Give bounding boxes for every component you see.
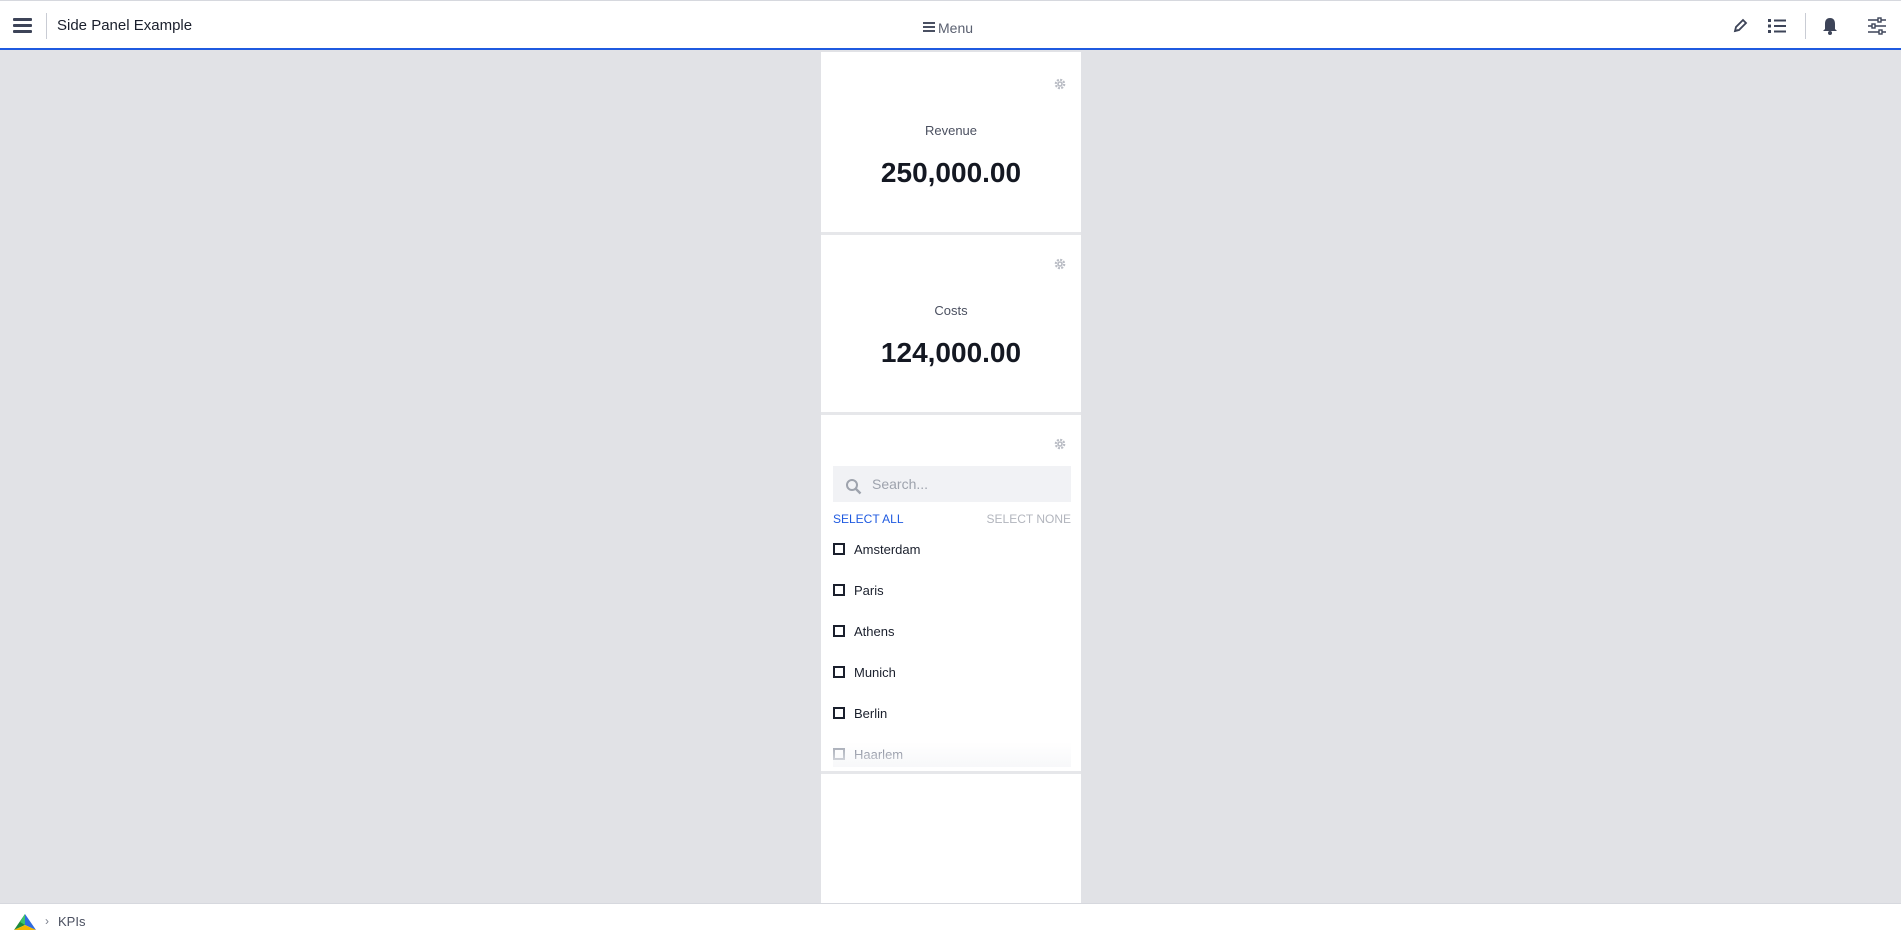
checkbox[interactable] <box>833 543 845 555</box>
list-item-label: Berlin <box>854 705 888 721</box>
checkbox[interactable] <box>833 748 845 760</box>
list-item-label: Amsterdam <box>854 541 921 557</box>
kpi-value-costs: 124,000.00 <box>880 337 1022 368</box>
chevron-right-icon: › <box>45 914 49 928</box>
gear-icon[interactable] <box>1053 437 1067 451</box>
list-item[interactable]: Munich <box>833 661 1071 683</box>
list-item-label: Paris <box>854 582 884 598</box>
footer-bar: › KPIs <box>0 903 1901 939</box>
list-item[interactable]: Haarlem <box>833 743 1071 765</box>
kpi-label-costs: Costs <box>934 303 968 318</box>
list-item[interactable]: Athens <box>833 620 1071 642</box>
card-divider <box>821 771 1081 774</box>
menu-icon <box>923 22 935 34</box>
list-item[interactable]: Paris <box>833 579 1071 601</box>
top-bar: Side Panel Example Menu <box>0 0 1901 50</box>
card-divider <box>821 232 1081 235</box>
menu-label: Menu <box>938 20 974 36</box>
app-logo-icon[interactable] <box>13 913 37 931</box>
menu-icon[interactable] <box>13 18 32 33</box>
pencil-icon[interactable] <box>1729 15 1751 37</box>
checkbox[interactable] <box>833 666 845 678</box>
app-title: Side Panel Example <box>57 17 193 34</box>
divider <box>1805 13 1806 39</box>
card-divider <box>821 412 1081 415</box>
side-panel: Revenue 250,000.00 Costs 124,000.00 SELE… <box>821 52 1081 903</box>
gear-icon[interactable] <box>1053 257 1067 271</box>
checkbox[interactable] <box>833 625 845 637</box>
list-item[interactable]: Amsterdam <box>833 538 1071 560</box>
gear-icon[interactable] <box>1053 77 1067 91</box>
select-all-button[interactable]: SELECT ALL <box>833 512 904 526</box>
menu-button[interactable]: Menu <box>923 20 973 36</box>
checkbox[interactable] <box>833 584 845 596</box>
checkbox[interactable] <box>833 707 845 719</box>
select-none-button[interactable]: SELECT NONE <box>987 512 1071 526</box>
list-item-label: Haarlem <box>854 746 904 762</box>
list-icon[interactable] <box>1766 15 1788 37</box>
list-item-label: Athens <box>854 623 895 639</box>
search-input[interactable] <box>833 466 1071 502</box>
list-item[interactable]: Berlin <box>833 702 1071 724</box>
list-item-label: Munich <box>854 664 896 680</box>
bell-icon[interactable] <box>1819 15 1841 37</box>
kpi-label-revenue: Revenue <box>924 123 978 138</box>
divider <box>46 13 47 39</box>
kpi-value-revenue: 250,000.00 <box>880 157 1022 188</box>
breadcrumb-item[interactable]: KPIs <box>58 914 85 929</box>
sliders-icon[interactable] <box>1866 15 1888 37</box>
